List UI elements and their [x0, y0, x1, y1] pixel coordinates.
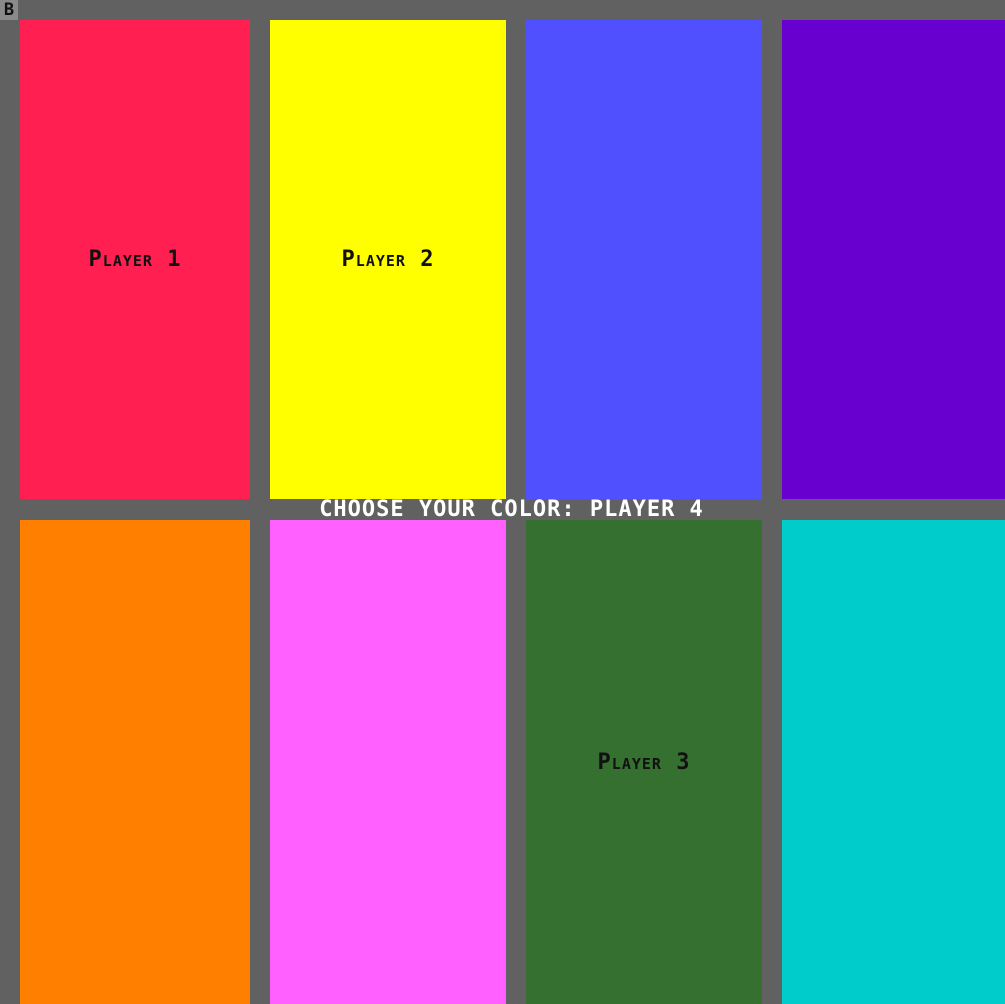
color-swatch-yellow[interactable]: Player 2: [270, 20, 506, 499]
player-1-label: Player 1: [88, 247, 182, 272]
color-swatch-green[interactable]: Player 3: [526, 520, 762, 1004]
choose-color-prompt: CHOOSE YOUR COLOR: PLAYER 4: [319, 497, 704, 522]
color-select-screen: B Player 1 Player 2 Player 3 CHOOSE YOUR…: [0, 0, 1005, 1004]
color-swatch-cyan[interactable]: [782, 520, 1005, 1004]
color-swatch-orange[interactable]: [20, 520, 250, 1004]
color-swatch-purple[interactable]: [782, 20, 1005, 499]
player-3-label: Player 3: [597, 749, 691, 775]
corner-badge: B: [0, 0, 18, 20]
color-swatch-pink[interactable]: [270, 520, 506, 1004]
color-swatch-red[interactable]: Player 1: [20, 20, 250, 499]
player-2-label: Player 2: [341, 247, 435, 272]
color-swatch-blue[interactable]: [526, 20, 762, 499]
